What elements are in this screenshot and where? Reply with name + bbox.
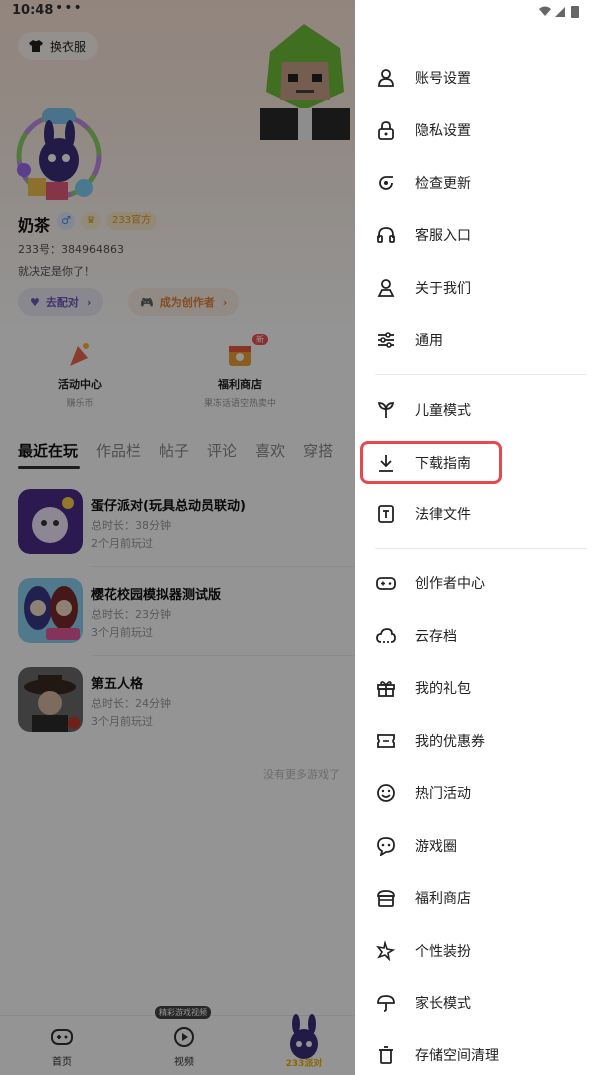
gamepad-icon xyxy=(375,572,397,594)
ticket-icon xyxy=(375,730,397,752)
menu-label: 我的礼包 xyxy=(415,681,471,697)
umbrella-icon xyxy=(375,992,397,1014)
menu-cloud-save[interactable]: 云存档 xyxy=(375,616,589,656)
menu-label: 账号设置 xyxy=(415,71,471,87)
status-icons xyxy=(539,6,579,18)
settings-drawer: 账号设置 隐私设置 检查更新 客服入口 关于我们 通用 儿童模式 下载指南 法律… xyxy=(355,0,609,1075)
menu-general[interactable]: 通用 xyxy=(375,320,589,360)
gift-icon xyxy=(375,677,397,699)
menu-label: 云存档 xyxy=(415,629,457,645)
menu-welfare-shop[interactable]: 福利商店 xyxy=(375,878,589,918)
refresh-icon xyxy=(375,172,397,194)
divider xyxy=(375,374,587,375)
signal-icon xyxy=(555,7,565,17)
menu-creator-center[interactable]: 创作者中心 xyxy=(375,563,589,603)
menu-my-gifts[interactable]: 我的礼包 xyxy=(375,668,589,708)
menu-check-update[interactable]: 检查更新 xyxy=(375,163,589,203)
wifi-icon xyxy=(539,6,551,16)
document-icon xyxy=(375,503,397,525)
menu-label: 客服入口 xyxy=(415,228,471,244)
menu-account-settings[interactable]: 账号设置 xyxy=(375,58,589,98)
menu-label: 游戏圈 xyxy=(415,839,457,855)
menu-personal-dressup[interactable]: 个性装扮 xyxy=(375,931,589,971)
divider xyxy=(375,548,587,549)
user-icon xyxy=(375,67,397,89)
menu-hot-events[interactable]: 热门活动 xyxy=(375,773,589,813)
trash-icon xyxy=(375,1044,397,1066)
lock-icon xyxy=(375,119,397,141)
menu-storage-cleanup[interactable]: 存储空间清理 xyxy=(375,1035,589,1075)
menu-privacy-settings[interactable]: 隐私设置 xyxy=(375,110,589,150)
menu-label: 检查更新 xyxy=(415,176,471,192)
menu-game-circle[interactable]: 游戏圈 xyxy=(375,826,589,866)
menu-label: 福利商店 xyxy=(415,891,471,907)
menu-label: 存储空间清理 xyxy=(415,1048,499,1064)
sliders-icon xyxy=(375,329,397,351)
headphones-icon xyxy=(375,224,397,246)
store-icon xyxy=(375,887,397,909)
menu-kids-mode[interactable]: 儿童模式 xyxy=(375,390,589,430)
menu-label: 我的优惠券 xyxy=(415,734,485,750)
menu-label: 隐私设置 xyxy=(415,123,471,139)
menu-customer-service[interactable]: 客服入口 xyxy=(375,215,589,255)
cloud-icon xyxy=(375,625,397,647)
download-guide-highlight xyxy=(360,441,502,484)
menu-label: 儿童模式 xyxy=(415,403,471,419)
menu-label: 关于我们 xyxy=(415,281,471,297)
menu-label: 热门活动 xyxy=(415,786,471,802)
menu-about-us[interactable]: 关于我们 xyxy=(375,268,589,308)
menu-parent-mode[interactable]: 家长模式 xyxy=(375,983,589,1023)
sparkle-icon xyxy=(375,940,397,962)
menu-my-coupons[interactable]: 我的优惠券 xyxy=(375,721,589,761)
menu-label: 法律文件 xyxy=(415,507,471,523)
menu-label: 家长模式 xyxy=(415,996,471,1012)
chat-game-icon xyxy=(375,835,397,857)
info-person-icon xyxy=(375,277,397,299)
smiley-icon xyxy=(375,782,397,804)
menu-label: 创作者中心 xyxy=(415,576,485,592)
menu-label: 通用 xyxy=(415,333,443,349)
battery-icon xyxy=(571,6,579,18)
sprout-icon xyxy=(375,399,397,421)
menu-label: 个性装扮 xyxy=(415,944,471,960)
menu-legal-documents[interactable]: 法律文件 xyxy=(375,494,589,534)
